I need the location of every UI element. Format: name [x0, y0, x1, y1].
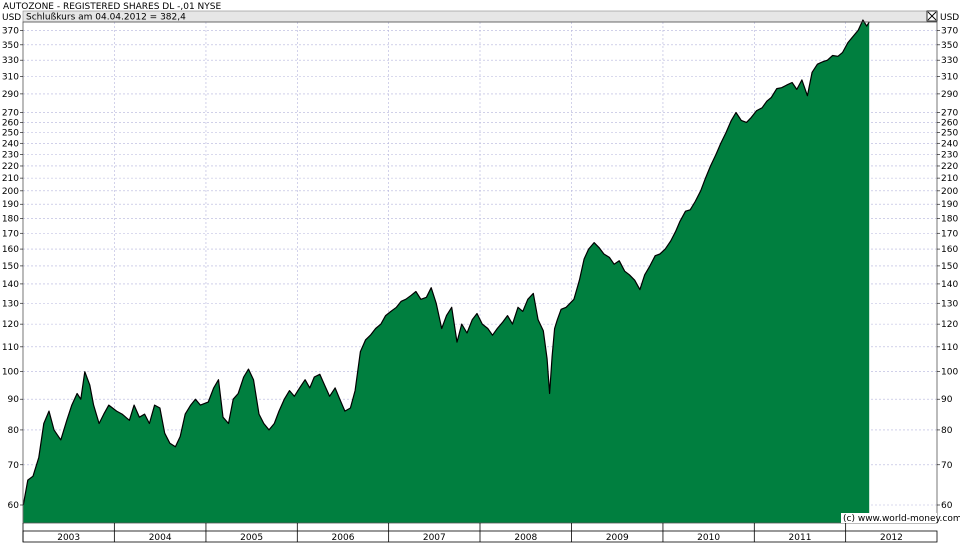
y-axis-right: 60 70 80 90 100 110 120 130 140 150 160 170 180 190 20…: [937, 26, 958, 511]
left-unit-label: USD: [2, 13, 21, 23]
x-tick-label: 2007: [423, 533, 446, 543]
copyright-text: (c) www.world-money.com: [843, 514, 960, 524]
y-tick-label: 200: [2, 187, 19, 197]
y-tick-label: 60: [941, 501, 953, 511]
y-tick-label: 350: [2, 41, 19, 51]
y-tick-label: 100: [941, 368, 958, 378]
x-tick-label: 2005: [240, 533, 263, 543]
y-tick-label: 210: [2, 174, 19, 184]
y-tick-label: 260: [941, 118, 958, 128]
y-tick-label: 120: [2, 320, 19, 330]
y-tick-label: 110: [2, 343, 19, 353]
y-tick-label: 140: [941, 280, 958, 290]
y-tick-label: 130: [2, 299, 19, 309]
x-tick-label: 2010: [697, 533, 720, 543]
y-tick-label: 260: [2, 118, 19, 128]
x-tick-label: 2006: [332, 533, 355, 543]
y-tick-label: 330: [2, 56, 19, 66]
price-chart: AUTOZONE - REGISTERED SHARES DL -,01 NYS…: [2, 2, 960, 543]
y-tick-label: 110: [941, 343, 958, 353]
y-tick-label: 270: [941, 109, 958, 119]
y-tick-label: 90: [941, 395, 953, 405]
x-tick-label: 2003: [57, 533, 80, 543]
x-tick-label: 2008: [514, 533, 537, 543]
right-unit-label: USD: [940, 13, 959, 23]
y-tick-label: 330: [941, 56, 958, 66]
y-tick-label: 240: [941, 139, 958, 149]
y-tick-label: 160: [2, 245, 19, 255]
y-tick-label: 70: [8, 461, 20, 471]
y-tick-label: 250: [2, 129, 19, 139]
y-tick-label: 200: [941, 187, 958, 197]
x-tick-label: 2011: [789, 533, 812, 543]
y-tick-label: 230: [2, 150, 19, 160]
y-tick-label: 190: [2, 200, 19, 210]
y-tick-label: 350: [941, 41, 958, 51]
x-tick-label: 2012: [880, 533, 903, 543]
y-tick-label: 170: [2, 229, 19, 239]
y-tick-label: 250: [941, 129, 958, 139]
y-tick-label: 290: [2, 90, 19, 100]
y-tick-label: 100: [2, 368, 19, 378]
y-tick-label: 220: [941, 162, 958, 172]
y-tick-label: 80: [941, 426, 953, 436]
y-tick-label: 290: [941, 90, 958, 100]
price-area: [23, 20, 870, 523]
y-tick-label: 370: [941, 26, 958, 36]
y-tick-label: 170: [941, 229, 958, 239]
x-tick-label: 2004: [149, 533, 172, 543]
y-tick-label: 150: [941, 262, 958, 272]
y-tick-label: 140: [2, 280, 19, 290]
y-tick-label: 230: [941, 150, 958, 160]
y-tick-label: 180: [941, 214, 958, 224]
y-tick-label: 70: [941, 461, 953, 471]
y-tick-label: 60: [8, 501, 20, 511]
closing-note: Schlußkurs am 04.04.2012 = 382,4: [26, 13, 186, 23]
y-tick-label: 90: [8, 395, 20, 405]
y-tick-label: 190: [941, 200, 958, 210]
y-axis-left: 60 70 80 90 100 110 120 130 140 150 160 170 180 190 20…: [2, 26, 23, 511]
y-tick-label: 240: [2, 139, 19, 149]
y-tick-label: 80: [8, 426, 20, 436]
y-tick-label: 180: [2, 214, 19, 224]
y-tick-label: 220: [2, 162, 19, 172]
x-tick-label: 2009: [606, 533, 629, 543]
y-tick-label: 130: [941, 299, 958, 309]
y-tick-label: 310: [941, 72, 958, 82]
y-tick-label: 370: [2, 26, 19, 36]
y-tick-label: 310: [2, 72, 19, 82]
chart-title: AUTOZONE - REGISTERED SHARES DL -,01 NYS…: [3, 2, 221, 12]
y-tick-label: 120: [941, 320, 958, 330]
y-tick-label: 160: [941, 245, 958, 255]
y-tick-label: 150: [2, 262, 19, 272]
close-x-icon[interactable]: [926, 10, 938, 22]
y-tick-label: 270: [2, 109, 19, 119]
y-tick-label: 210: [941, 174, 958, 184]
